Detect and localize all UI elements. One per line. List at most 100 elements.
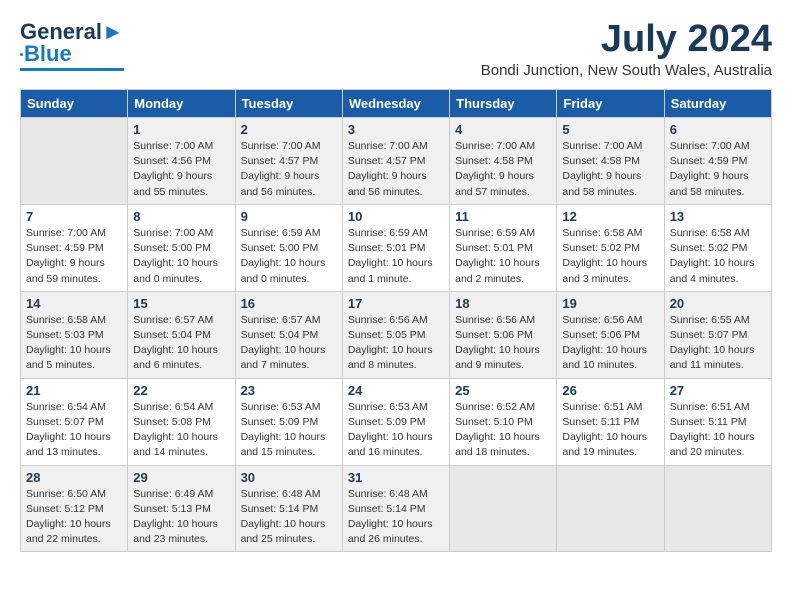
calendar-day-cell: 7 Sunrise: 7:00 AMSunset: 4:59 PMDaylight…: [21, 204, 128, 291]
day-info: Sunrise: 6:56 AMSunset: 5:06 PMDaylight:…: [455, 313, 551, 374]
calendar-day-cell: 28 Sunrise: 6:50 AMSunset: 5:12 PMDayligh…: [21, 465, 128, 552]
calendar-day-cell: 4 Sunrise: 7:00 AMSunset: 4:58 PMDaylight…: [450, 118, 557, 205]
weekday-header-tuesday: Tuesday: [235, 90, 342, 118]
logo-blue: Blue: [24, 42, 72, 66]
calendar-day-cell: 11 Sunrise: 6:59 AMSunset: 5:01 PMDayligh…: [450, 204, 557, 291]
day-number: 11: [455, 209, 551, 224]
calendar-week-row: 21 Sunrise: 6:54 AMSunset: 5:07 PMDayligh…: [21, 378, 772, 465]
day-info: Sunrise: 7:00 AMSunset: 4:58 PMDaylight:…: [562, 139, 658, 200]
day-number: 18: [455, 296, 551, 311]
weekday-header-saturday: Saturday: [664, 90, 771, 118]
day-info: Sunrise: 7:00 AMSunset: 4:59 PMDaylight:…: [670, 139, 766, 200]
day-number: 5: [562, 122, 658, 137]
day-number: 10: [348, 209, 444, 224]
day-number: 6: [670, 122, 766, 137]
calendar-day-cell: 10 Sunrise: 6:59 AMSunset: 5:01 PMDayligh…: [342, 204, 449, 291]
calendar-day-cell: 27Sunrise: 6:51 AMSunset: 5:11 PMDayligh…: [664, 378, 771, 465]
day-number: 20: [670, 296, 766, 311]
day-info: Sunrise: 7:00 AMSunset: 4:59 PMDaylight:…: [26, 226, 122, 287]
calendar-day-cell: 14 Sunrise: 6:58 AMSunset: 5:03 PMDayligh…: [21, 291, 128, 378]
calendar-day-cell: 3 Sunrise: 7:00 AMSunset: 4:57 PMDaylight…: [342, 118, 449, 205]
day-info: Sunrise: 6:58 AMSunset: 5:02 PMDaylight:…: [670, 226, 766, 287]
day-number: 17: [348, 296, 444, 311]
weekday-header-friday: Friday: [557, 90, 664, 118]
day-info: Sunrise: 6:59 AMSunset: 5:01 PMDaylight:…: [455, 226, 551, 287]
day-info: Sunrise: 6:49 AMSunset: 5:13 PMDaylight:…: [133, 487, 229, 548]
calendar-day-cell: [450, 465, 557, 552]
day-info: Sunrise: 6:57 AMSunset: 5:04 PMDaylight:…: [133, 313, 229, 374]
weekday-header-sunday: Sunday: [21, 90, 128, 118]
calendar-day-cell: 13 Sunrise: 6:58 AMSunset: 5:02 PMDayligh…: [664, 204, 771, 291]
day-number: 26: [562, 383, 658, 398]
day-number: 19: [562, 296, 658, 311]
calendar-week-row: 7 Sunrise: 7:00 AMSunset: 4:59 PMDaylight…: [21, 204, 772, 291]
day-info: Sunrise: 6:59 AMSunset: 5:00 PMDaylight:…: [241, 226, 337, 287]
weekday-header-thursday: Thursday: [450, 90, 557, 118]
day-info: Sunrise: 7:00 AMSunset: 4:56 PMDaylight:…: [133, 139, 229, 200]
calendar-day-cell: 15 Sunrise: 6:57 AMSunset: 5:04 PMDayligh…: [128, 291, 235, 378]
calendar-day-cell: 12Sunrise: 6:58 AMSunset: 5:02 PMDayligh…: [557, 204, 664, 291]
calendar-day-cell: [557, 465, 664, 552]
day-number: 13: [670, 209, 766, 224]
day-info: Sunrise: 6:55 AMSunset: 5:07 PMDaylight:…: [670, 313, 766, 374]
calendar-day-cell: 2 Sunrise: 7:00 AMSunset: 4:57 PMDaylight…: [235, 118, 342, 205]
calendar-day-cell: [21, 118, 128, 205]
calendar-day-cell: 24 Sunrise: 6:53 AMSunset: 5:09 PMDayligh…: [342, 378, 449, 465]
day-info: Sunrise: 6:50 AMSunset: 5:12 PMDaylight:…: [26, 487, 122, 548]
day-number: 21: [26, 383, 122, 398]
day-info: Sunrise: 6:54 AMSunset: 5:07 PMDaylight:…: [26, 400, 122, 461]
day-number: 27: [670, 383, 766, 398]
day-info: Sunrise: 6:58 AMSunset: 5:03 PMDaylight:…: [26, 313, 122, 374]
calendar-week-row: 28 Sunrise: 6:50 AMSunset: 5:12 PMDayligh…: [21, 465, 772, 552]
day-number: 16: [241, 296, 337, 311]
calendar-day-cell: 8Sunrise: 7:00 AMSunset: 5:00 PMDaylight…: [128, 204, 235, 291]
month-title: July 2024: [481, 20, 772, 58]
logo: General► Blue: [20, 20, 124, 71]
calendar-day-cell: 1Sunrise: 7:00 AMSunset: 4:56 PMDaylight…: [128, 118, 235, 205]
calendar-day-cell: [664, 465, 771, 552]
day-number: 14: [26, 296, 122, 311]
calendar-day-cell: 5 Sunrise: 7:00 AMSunset: 4:58 PMDaylight…: [557, 118, 664, 205]
calendar-day-cell: 29 Sunrise: 6:49 AMSunset: 5:13 PMDayligh…: [128, 465, 235, 552]
day-number: 15: [133, 296, 229, 311]
day-number: 4: [455, 122, 551, 137]
day-number: 31: [348, 470, 444, 485]
calendar-day-cell: 17 Sunrise: 6:56 AMSunset: 5:05 PMDayligh…: [342, 291, 449, 378]
calendar-day-cell: 25Sunrise: 6:52 AMSunset: 5:10 PMDayligh…: [450, 378, 557, 465]
day-info: Sunrise: 7:00 AMSunset: 5:00 PMDaylight:…: [133, 226, 229, 287]
day-number: 24: [348, 383, 444, 398]
day-number: 29: [133, 470, 229, 485]
day-info: Sunrise: 6:48 AMSunset: 5:14 PMDaylight:…: [348, 487, 444, 548]
day-info: Sunrise: 7:00 AMSunset: 4:57 PMDaylight:…: [241, 139, 337, 200]
day-number: 7: [26, 209, 122, 224]
day-number: 23: [241, 383, 337, 398]
day-number: 3: [348, 122, 444, 137]
day-info: Sunrise: 6:59 AMSunset: 5:01 PMDaylight:…: [348, 226, 444, 287]
calendar-week-row: 1Sunrise: 7:00 AMSunset: 4:56 PMDaylight…: [21, 118, 772, 205]
day-info: Sunrise: 6:51 AMSunset: 5:11 PMDaylight:…: [562, 400, 658, 461]
day-number: 12: [562, 209, 658, 224]
calendar-day-cell: 23 Sunrise: 6:53 AMSunset: 5:09 PMDayligh…: [235, 378, 342, 465]
day-info: Sunrise: 6:56 AMSunset: 5:06 PMDaylight:…: [562, 313, 658, 374]
calendar-table: SundayMondayTuesdayWednesdayThursdayFrid…: [20, 89, 772, 552]
day-number: 22: [133, 383, 229, 398]
day-info: Sunrise: 6:53 AMSunset: 5:09 PMDaylight:…: [241, 400, 337, 461]
day-number: 2: [241, 122, 337, 137]
day-info: Sunrise: 7:00 AMSunset: 4:57 PMDaylight:…: [348, 139, 444, 200]
day-info: Sunrise: 6:48 AMSunset: 5:14 PMDaylight:…: [241, 487, 337, 548]
day-info: Sunrise: 7:00 AMSunset: 4:58 PMDaylight:…: [455, 139, 551, 200]
page-header: General► Blue July 2024 Bondi Junction, …: [20, 20, 772, 79]
weekday-header-wednesday: Wednesday: [342, 90, 449, 118]
calendar-day-cell: 26 Sunrise: 6:51 AMSunset: 5:11 PMDayligh…: [557, 378, 664, 465]
day-number: 28: [26, 470, 122, 485]
day-number: 30: [241, 470, 337, 485]
calendar-day-cell: 20 Sunrise: 6:55 AMSunset: 5:07 PMDayligh…: [664, 291, 771, 378]
location-subtitle: Bondi Junction, New South Wales, Austral…: [481, 62, 772, 79]
calendar-day-cell: 19 Sunrise: 6:56 AMSunset: 5:06 PMDayligh…: [557, 291, 664, 378]
day-info: Sunrise: 6:53 AMSunset: 5:09 PMDaylight:…: [348, 400, 444, 461]
day-info: Sunrise: 6:52 AMSunset: 5:10 PMDaylight:…: [455, 400, 551, 461]
title-block: July 2024 Bondi Junction, New South Wale…: [481, 20, 772, 79]
calendar-day-cell: 9Sunrise: 6:59 AMSunset: 5:00 PMDaylight…: [235, 204, 342, 291]
calendar-week-row: 14 Sunrise: 6:58 AMSunset: 5:03 PMDayligh…: [21, 291, 772, 378]
day-info: Sunrise: 6:56 AMSunset: 5:05 PMDaylight:…: [348, 313, 444, 374]
